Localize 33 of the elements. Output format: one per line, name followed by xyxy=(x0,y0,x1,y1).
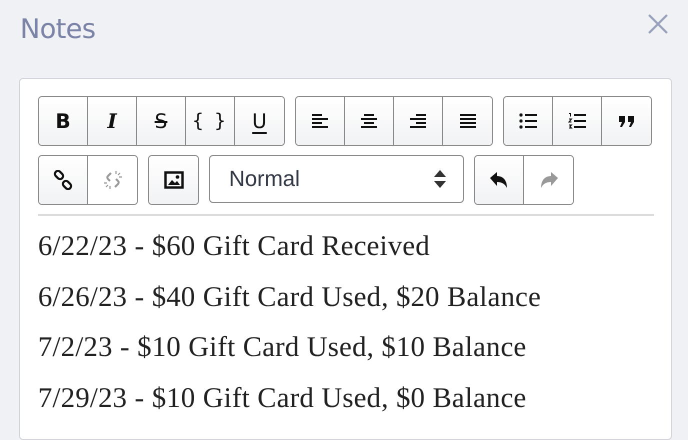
note-line: 7/2/23 - $10 Gift Card Used, $10 Balance xyxy=(38,331,528,365)
link-button[interactable] xyxy=(39,156,88,204)
align-right-button[interactable] xyxy=(394,97,443,145)
bullet-list-icon xyxy=(518,111,538,131)
align-center-icon xyxy=(359,111,379,131)
note-line: 6/22/23 - $60 Gift Card Received xyxy=(38,230,431,264)
format-select[interactable]: Normal xyxy=(209,155,464,203)
bullet-list-button[interactable] xyxy=(504,97,553,145)
dialog-title: Notes xyxy=(20,14,96,44)
numbered-list-button[interactable] xyxy=(553,97,602,145)
italic-button[interactable]: I xyxy=(88,97,137,145)
link-icon xyxy=(53,170,73,190)
align-center-button[interactable] xyxy=(345,97,394,145)
code-button[interactable]: { } xyxy=(186,97,235,145)
align-left-button[interactable] xyxy=(296,97,345,145)
underline-button[interactable]: U xyxy=(235,97,284,145)
undo-button[interactable] xyxy=(475,156,524,204)
strikethrough-button[interactable]: S xyxy=(137,97,186,145)
justify-icon xyxy=(458,111,478,131)
notes-editor[interactable]: 6/22/23 - $60 Gift Card Received 6/26/23 - $40 Gift Card Used, $20 Balance 7/2/23 - $10 Gift Card Used, $10 Balance 7/29/23 - $10 Gift Card Used, $0 Balance xyxy=(38,228,654,430)
align-left-icon xyxy=(310,111,330,131)
up-down-arrows-icon xyxy=(433,168,447,190)
justify-button[interactable] xyxy=(443,97,492,145)
undo-icon xyxy=(489,170,509,190)
numbered-list-icon xyxy=(567,111,587,131)
redo-icon xyxy=(538,170,558,190)
note-line: 6/26/23 - $40 Gift Card Used, $20 Balance xyxy=(38,280,542,314)
align-right-icon xyxy=(408,111,428,131)
image-icon xyxy=(164,170,184,190)
quote-button[interactable] xyxy=(602,97,651,145)
bold-button[interactable]: B xyxy=(39,97,88,145)
note-line: 7/29/23 - $10 Gift Card Used, $0 Balance xyxy=(38,382,528,416)
broken-link-icon xyxy=(102,170,122,190)
